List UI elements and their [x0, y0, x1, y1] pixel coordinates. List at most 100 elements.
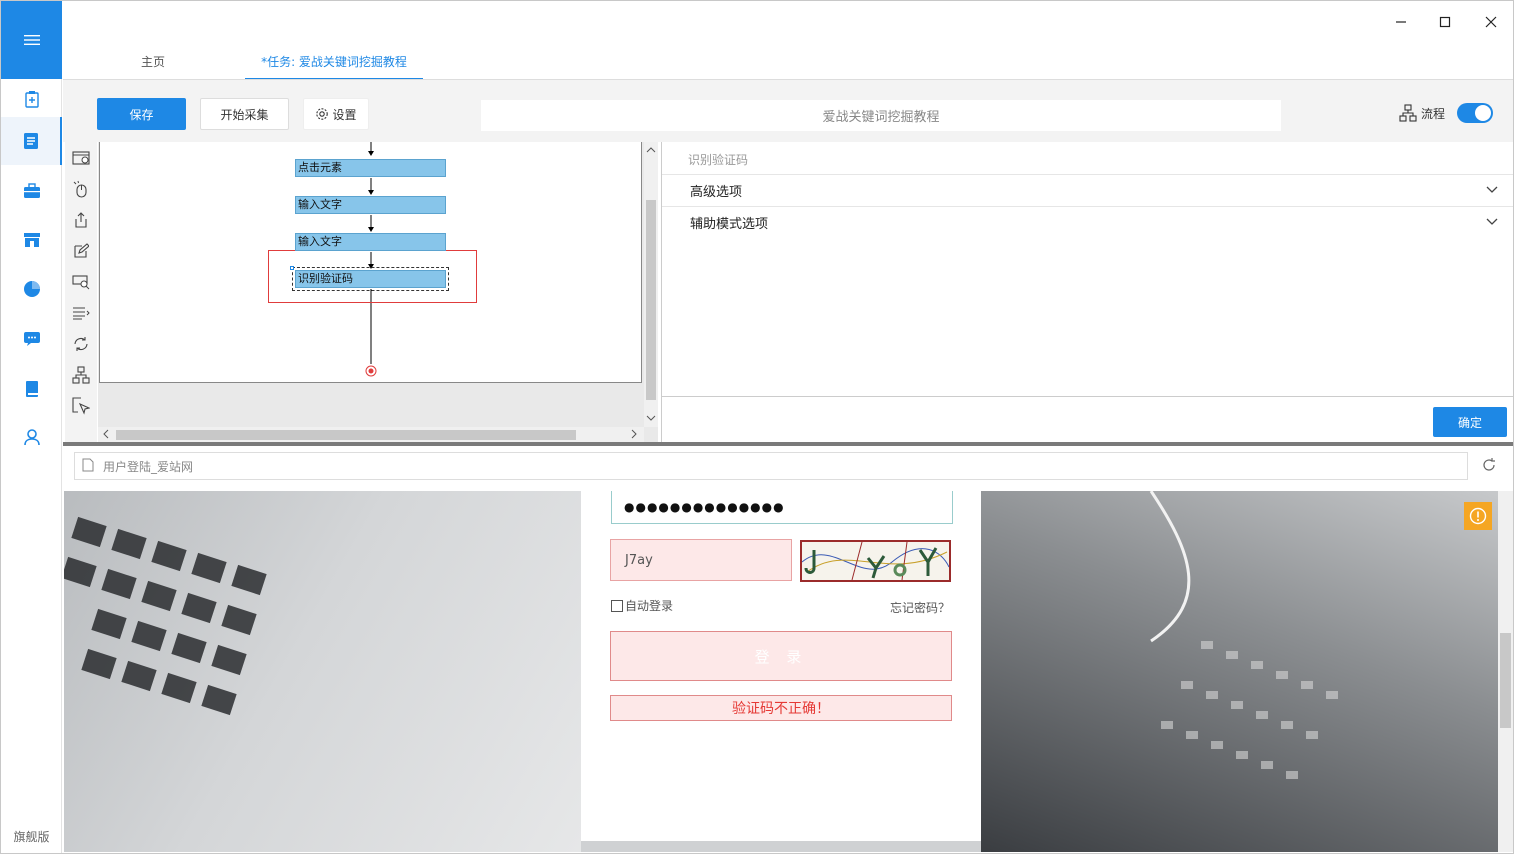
save-button[interactable]: 保存	[97, 98, 186, 130]
document-icon	[23, 133, 38, 149]
nav-item-messages[interactable]	[1, 315, 62, 363]
page-icon	[82, 458, 94, 472]
login-button[interactable]: 登 录	[610, 631, 952, 681]
address-bar[interactable]: 用户登陆_爱站网	[74, 452, 1468, 480]
branch-icon	[72, 366, 90, 384]
keyboard-illustration-right	[1149, 491, 1338, 779]
tool-select[interactable]	[69, 394, 93, 418]
nav-item-data[interactable]	[1, 265, 62, 313]
flow-node-input-text[interactable]: 输入文字	[295, 196, 446, 214]
section-label: 高级选项	[690, 185, 743, 200]
tool-list[interactable]	[69, 301, 93, 325]
keyboard-background-image	[981, 491, 1498, 852]
tool-open-page[interactable]	[69, 146, 93, 170]
keyboard-illustration	[64, 516, 267, 716]
nav-item-account[interactable]	[1, 413, 62, 461]
tool-captcha[interactable]	[69, 270, 93, 294]
close-icon	[1485, 16, 1497, 28]
store-icon	[23, 233, 40, 247]
forgot-password-link[interactable]: 忘记密码？	[890, 599, 950, 616]
panel-title: 识别验证码	[688, 153, 749, 167]
flowchart-icon	[1399, 104, 1417, 122]
close-button[interactable]	[1477, 9, 1505, 35]
minimize-icon	[1396, 21, 1406, 23]
flow-canvas[interactable]: 点击元素 输入文字 输入文字 识别验证码	[99, 142, 642, 383]
nav-item-tutorial[interactable]	[1, 365, 62, 413]
scroll-down-icon	[646, 415, 656, 421]
login-form: ●●●●●●●●●●●●●● J7ay 自动登录 忘记密码？ 登 录 验证码不正…	[581, 491, 981, 841]
cursor-icon	[72, 397, 90, 415]
flow-node-click-element[interactable]: 点击元素	[295, 159, 446, 177]
confirm-button[interactable]: 确定	[1433, 407, 1507, 437]
flow-toggle-label: 流程	[1399, 104, 1445, 122]
nav-item-new-task[interactable]	[1, 75, 62, 123]
tool-input-text[interactable]	[69, 239, 93, 263]
chevron-down-icon	[1486, 186, 1498, 193]
captcha-image[interactable]	[800, 540, 951, 582]
chevron-down-icon	[1486, 218, 1498, 225]
horizontal-scroll-thumb[interactable]	[116, 430, 576, 440]
gear-icon	[316, 108, 329, 120]
pane-splitter[interactable]	[63, 442, 1513, 446]
captcha-icon	[72, 275, 90, 290]
app-window: 旗舰版 主页 *任务: 爱战关键词挖掘教程 保存 开始采集 设置 爱战关键词挖掘…	[0, 0, 1514, 854]
maximize-icon	[1439, 16, 1451, 28]
loop-icon	[74, 337, 88, 351]
scroll-left-icon	[103, 429, 109, 439]
canvas-horizontal-scrollbar[interactable]	[98, 427, 644, 442]
captcha-input[interactable]: J7ay	[610, 539, 792, 581]
message-icon	[23, 332, 40, 346]
captcha-error-message: 验证码不正确！	[610, 695, 952, 721]
vertical-scroll-thumb[interactable]	[646, 200, 656, 400]
flow-toggle-switch[interactable]	[1457, 103, 1493, 123]
warning-icon	[1469, 507, 1487, 525]
selection-handle[interactable]	[290, 266, 294, 270]
minimize-button[interactable]	[1387, 9, 1415, 35]
left-nav: 旗舰版	[1, 1, 62, 853]
hamburger-menu-button[interactable]	[1, 1, 62, 79]
section-label: 辅助模式选项	[690, 217, 769, 232]
captcha-graphic	[801, 541, 950, 581]
section-advanced-options[interactable]: 高级选项	[662, 174, 1513, 206]
tool-click[interactable]	[69, 177, 93, 201]
book-icon	[25, 381, 38, 397]
click-icon	[73, 180, 87, 198]
settings-label: 设置	[332, 107, 357, 122]
tool-column	[65, 142, 97, 442]
nav-item-templates[interactable]	[1, 167, 62, 215]
checkbox-box[interactable]	[611, 599, 623, 612]
nav-item-market[interactable]	[1, 216, 62, 264]
flow-node-input-text-2[interactable]: 输入文字	[295, 233, 446, 251]
scroll-up-icon	[646, 147, 656, 153]
pie-chart-icon	[23, 281, 40, 297]
webview-scrollbar[interactable]	[1498, 491, 1513, 852]
tool-branch[interactable]	[69, 363, 93, 387]
task-name-field[interactable]: 爱战关键词挖掘教程	[481, 100, 1281, 131]
section-assist-mode-options[interactable]: 辅助模式选项	[662, 206, 1513, 238]
tool-loop[interactable]	[69, 332, 93, 356]
refresh-button[interactable]	[1481, 457, 1497, 476]
maximize-button[interactable]	[1431, 9, 1459, 35]
refresh-icon	[1483, 458, 1495, 471]
start-collect-button[interactable]: 开始采集	[200, 98, 289, 130]
user-icon	[23, 429, 40, 446]
auto-login-label: 自动登录	[625, 599, 674, 613]
flow-node-captcha[interactable]: 识别验证码	[292, 267, 449, 291]
tab-home[interactable]: 主页	[141, 53, 165, 80]
warning-badge[interactable]	[1464, 502, 1492, 530]
flow-canvas-area: 点击元素 输入文字 输入文字 识别验证码	[98, 142, 658, 442]
briefcase-icon	[23, 183, 40, 198]
tool-extract[interactable]	[69, 208, 93, 232]
browser-webview: ●●●●●●●●●●●●●● J7ay 自动登录 忘记密码？ 登 录 验证码不正…	[64, 491, 1498, 852]
settings-button[interactable]: 设置	[303, 98, 369, 130]
password-input[interactable]: ●●●●●●●●●●●●●●	[611, 491, 953, 524]
list-icon	[73, 307, 90, 320]
properties-panel: 识别验证码 高级选项 辅助模式选项 确定	[661, 142, 1513, 442]
nav-item-tasks[interactable]	[1, 117, 62, 165]
edit-icon	[74, 243, 89, 258]
auto-login-checkbox[interactable]: 自动登录	[611, 597, 673, 614]
canvas-vertical-scrollbar[interactable]	[644, 142, 658, 427]
tab-task[interactable]: *任务: 爱战关键词挖掘教程	[245, 53, 423, 80]
webview-scroll-thumb[interactable]	[1500, 633, 1511, 728]
toolbar: 保存 开始采集 设置 爱战关键词挖掘教程 流程	[63, 80, 1513, 142]
